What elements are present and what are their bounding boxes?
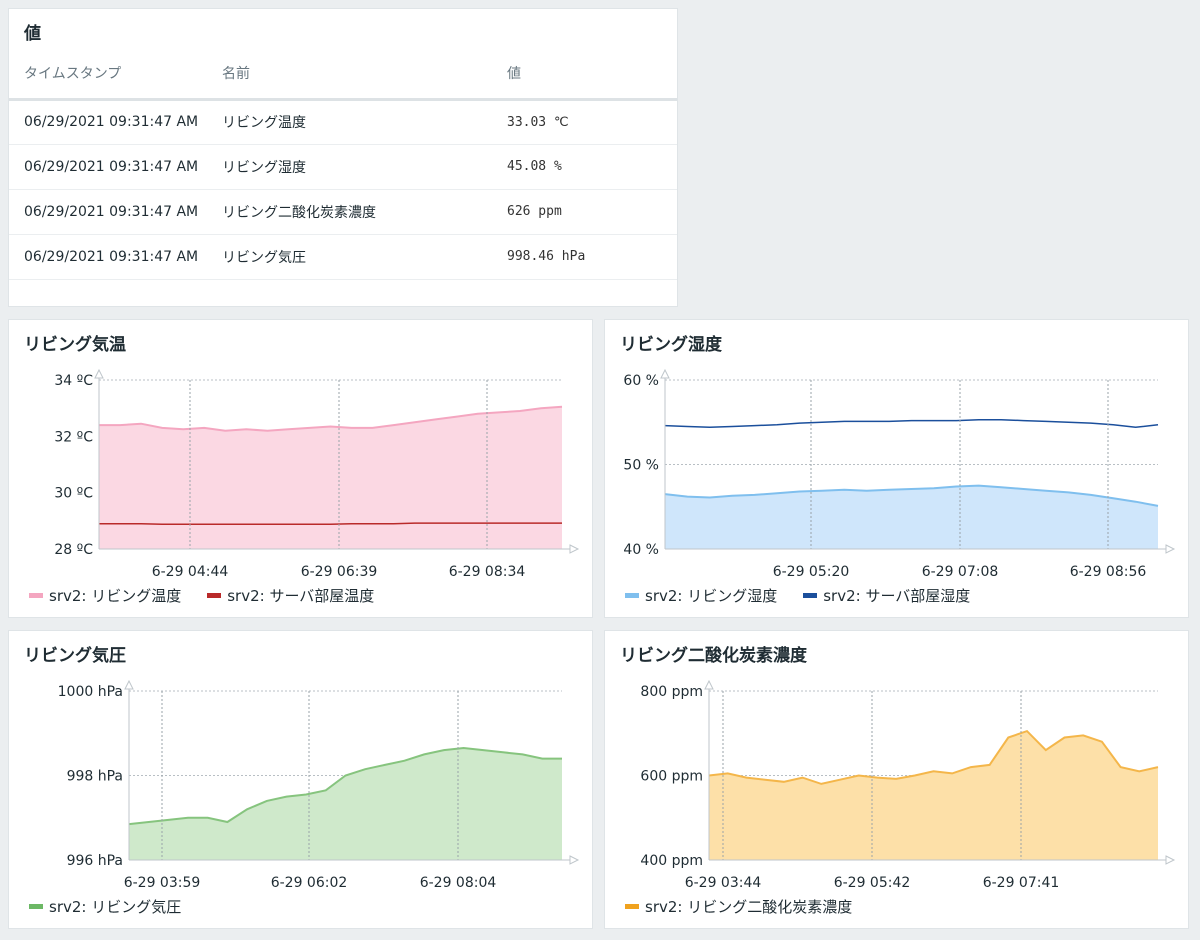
y-tick-label: 40 % <box>623 542 659 558</box>
table-row: 06/29/2021 09:31:47 AM リビング二酸化炭素濃度 626 p… <box>9 189 677 235</box>
chart-legend: srv2: リビング気圧 <box>29 896 181 917</box>
cell-timestamp: 06/29/2021 09:31:47 AM <box>9 234 207 280</box>
x-tick-label: 6-29 05:42 <box>834 875 911 891</box>
column-header-name[interactable]: 名前 <box>207 59 492 101</box>
y-tick-label: 30 ºC <box>54 486 93 502</box>
x-tick-label: 6-29 08:04 <box>420 875 497 891</box>
legend-swatch <box>207 593 222 598</box>
y-tick-label: 996 hPa <box>67 853 123 869</box>
y-tick-label: 50 % <box>623 458 659 474</box>
legend-label: srv2: リビング湿度 <box>645 587 778 605</box>
y-tick-label: 400 ppm <box>640 853 703 869</box>
cell-value: 33.03 ℃ <box>492 99 677 145</box>
chart-humidity[interactable]: 60 % 50 % 40 % 6-29 05:20 6-29 07:08 6-29 08:… <box>605 320 1190 619</box>
x-tick-label: 6-29 07:08 <box>922 564 999 580</box>
legend-item[interactable]: srv2: リビング温度 <box>29 585 181 606</box>
x-tick-label: 6-29 06:02 <box>271 875 348 891</box>
legend-swatch <box>625 904 639 909</box>
chart-legend: srv2: リビング温度 srv2: サーバ部屋温度 <box>29 585 374 606</box>
table-row: 06/29/2021 09:31:47 AM リビング湿度 45.08 % <box>9 144 677 190</box>
cell-name[interactable]: リビング湿度 <box>207 144 492 190</box>
widget-title: 値 <box>24 24 41 44</box>
x-tick-label: 6-29 03:59 <box>124 875 201 891</box>
cell-name[interactable]: リビング二酸化炭素濃度 <box>207 189 492 235</box>
cell-timestamp: 06/29/2021 09:31:47 AM <box>9 144 207 190</box>
legend-swatch <box>29 904 43 909</box>
legend-item[interactable]: srv2: リビング二酸化炭素濃度 <box>625 896 852 917</box>
cell-timestamp: 06/29/2021 09:31:47 AM <box>9 189 207 235</box>
cell-name[interactable]: リビング気圧 <box>207 234 492 280</box>
x-tick-label: 6-29 08:56 <box>1070 564 1147 580</box>
x-axis-arrow <box>1165 855 1176 865</box>
legend-label: srv2: リビング二酸化炭素濃度 <box>645 898 853 916</box>
y-axis-arrow <box>660 368 670 379</box>
graph-widget-pressure: リビング気圧 1000 hPa 998 hPa 996 hPa 6-29 03:59 6… <box>8 630 593 929</box>
legend-label: srv2: リビング温度 <box>49 587 182 605</box>
x-tick-label: 6-29 08:34 <box>449 564 526 580</box>
cell-value: 45.08 % <box>492 144 677 190</box>
chart-legend: srv2: リビング湿度 srv2: サーバ部屋湿度 <box>625 585 970 606</box>
y-axis-arrow <box>94 368 104 379</box>
series-area <box>709 731 1158 860</box>
series-line <box>664 418 1159 429</box>
values-table: タイムスタンプ 名前 値 06/29/2021 09:31:47 AM リビング… <box>9 59 677 280</box>
x-tick-label: 6-29 07:41 <box>983 875 1060 891</box>
table-header-row: タイムスタンプ 名前 値 <box>9 59 677 101</box>
legend-item[interactable]: srv2: サーバ部屋温度 <box>207 585 374 606</box>
x-tick-label: 6-29 06:39 <box>301 564 378 580</box>
column-header-timestamp[interactable]: タイムスタンプ <box>9 59 207 101</box>
legend-label: srv2: サーバ部屋湿度 <box>823 587 971 605</box>
x-axis-arrow <box>569 855 580 865</box>
y-tick-label: 34 ºC <box>54 373 93 389</box>
cell-timestamp: 06/29/2021 09:31:47 AM <box>9 99 207 145</box>
values-widget: 値 タイムスタンプ 名前 値 06/29/2021 09:31:47 AM リビ… <box>8 8 678 307</box>
legend-label: srv2: リビング気圧 <box>49 898 182 916</box>
chart-temperature[interactable]: 34 ºC 32 ºC 30 ºC 28 ºC 6-29 04:44 6-29 06:39… <box>9 320 594 619</box>
legend-item[interactable]: srv2: リビング湿度 <box>625 585 777 606</box>
series-area <box>129 748 562 860</box>
y-tick-label: 32 ºC <box>54 429 93 445</box>
y-tick-label: 998 hPa <box>67 769 123 785</box>
y-tick-label: 1000 hPa <box>58 684 123 700</box>
chart-co2[interactable]: 800 ppm 600 ppm 400 ppm 6-29 03:44 6-29 05:4… <box>605 631 1190 930</box>
cell-name[interactable]: リビング温度 <box>207 99 492 145</box>
table-row: 06/29/2021 09:31:47 AM リビング気圧 998.46 hPa <box>9 234 677 280</box>
x-axis-arrow <box>1165 544 1176 554</box>
legend-swatch <box>803 593 818 598</box>
graph-widget-temperature: リビング気温 34 ºC 32 ºC 30 ºC 28 ºC 6-29 04:44 6-2… <box>8 319 593 618</box>
table-row: 06/29/2021 09:31:47 AM リビング温度 33.03 ℃ <box>9 99 677 145</box>
graph-widget-humidity: リビング湿度 60 % 50 % 40 % 6-29 05:20 6-29 07:08 6… <box>604 319 1189 618</box>
y-axis-arrow <box>704 679 714 690</box>
y-tick-label: 28 ºC <box>54 542 93 558</box>
legend-item[interactable]: srv2: リビング気圧 <box>29 896 181 917</box>
x-axis-arrow <box>569 544 580 554</box>
legend-swatch <box>625 593 639 598</box>
legend-swatch <box>29 593 43 598</box>
column-header-value[interactable]: 値 <box>492 59 677 101</box>
x-tick-label: 6-29 03:44 <box>685 875 762 891</box>
chart-pressure[interactable]: 1000 hPa 998 hPa 996 hPa6-29 03:59 6-29 06:… <box>9 631 594 930</box>
cell-value: 626 ppm <box>492 189 677 235</box>
legend-item[interactable]: srv2: サーバ部屋湿度 <box>803 585 970 606</box>
y-axis-arrow <box>124 679 134 690</box>
chart-legend: srv2: リビング二酸化炭素濃度 <box>625 896 852 917</box>
x-tick-label: 6-29 04:44 <box>152 564 229 580</box>
x-tick-label: 6-29 05:20 <box>773 564 850 580</box>
y-tick-label: 60 % <box>623 373 659 389</box>
y-tick-label: 600 ppm <box>640 769 703 785</box>
cell-value: 998.46 hPa <box>492 234 677 280</box>
legend-label: srv2: サーバ部屋温度 <box>227 587 375 605</box>
y-tick-label: 800 ppm <box>640 684 703 700</box>
graph-widget-co2: リビング二酸化炭素濃度 800 ppm 600 ppm 400 ppm 6-29 03… <box>604 630 1189 929</box>
